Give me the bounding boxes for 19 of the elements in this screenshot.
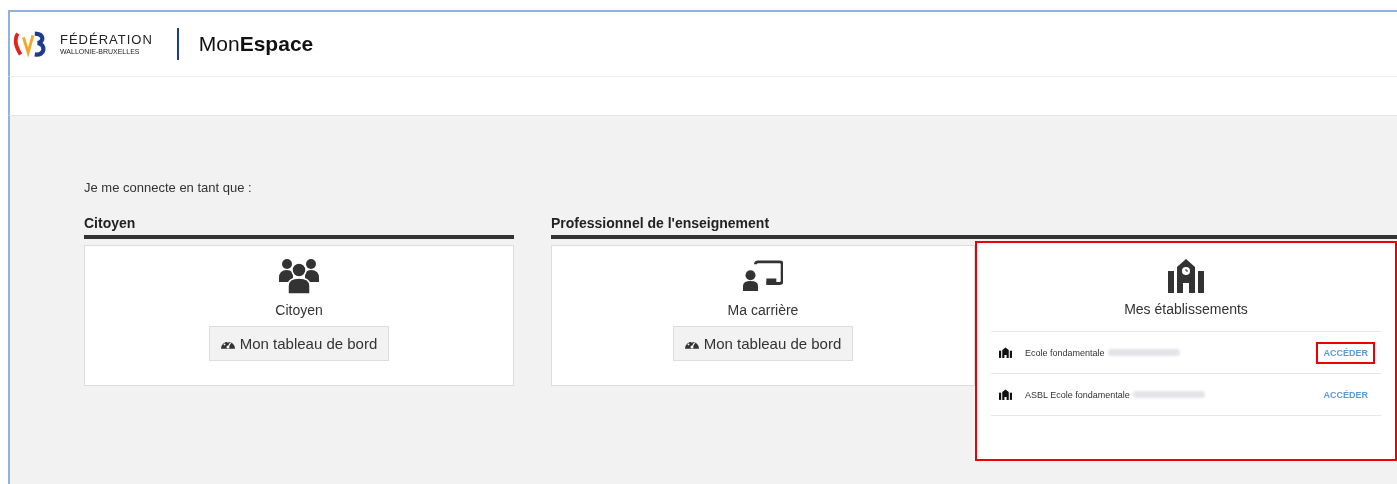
people-icon <box>279 258 319 294</box>
school-name: Ecole fondamentale <box>1025 347 1105 358</box>
app-title: MonEspace <box>198 32 314 56</box>
school-icon <box>999 389 1012 400</box>
card-title: Ma carrière <box>727 302 799 318</box>
section-heading: Citoyen <box>84 215 137 231</box>
teacher-board-icon <box>743 258 783 294</box>
school-name: ASBL Ecole fondamentale <box>1025 389 1130 400</box>
school-icon <box>1166 257 1206 293</box>
intro-text: Je me connecte en tant que : <box>84 180 253 195</box>
section-heading: Professionnel de l'enseignement <box>551 215 771 231</box>
dashboard-icon <box>220 338 235 349</box>
card-title: Mes établissements <box>1124 301 1248 317</box>
school-icon <box>999 347 1012 358</box>
logo-title: FÉDÉRATION <box>60 33 153 46</box>
card-title: Citoyen <box>275 302 323 318</box>
dashboard-button[interactable]: Mon tableau de bord <box>208 326 390 361</box>
dashboard-icon <box>684 338 699 349</box>
dashboard-button[interactable]: Mon tableau de bord <box>672 326 854 361</box>
